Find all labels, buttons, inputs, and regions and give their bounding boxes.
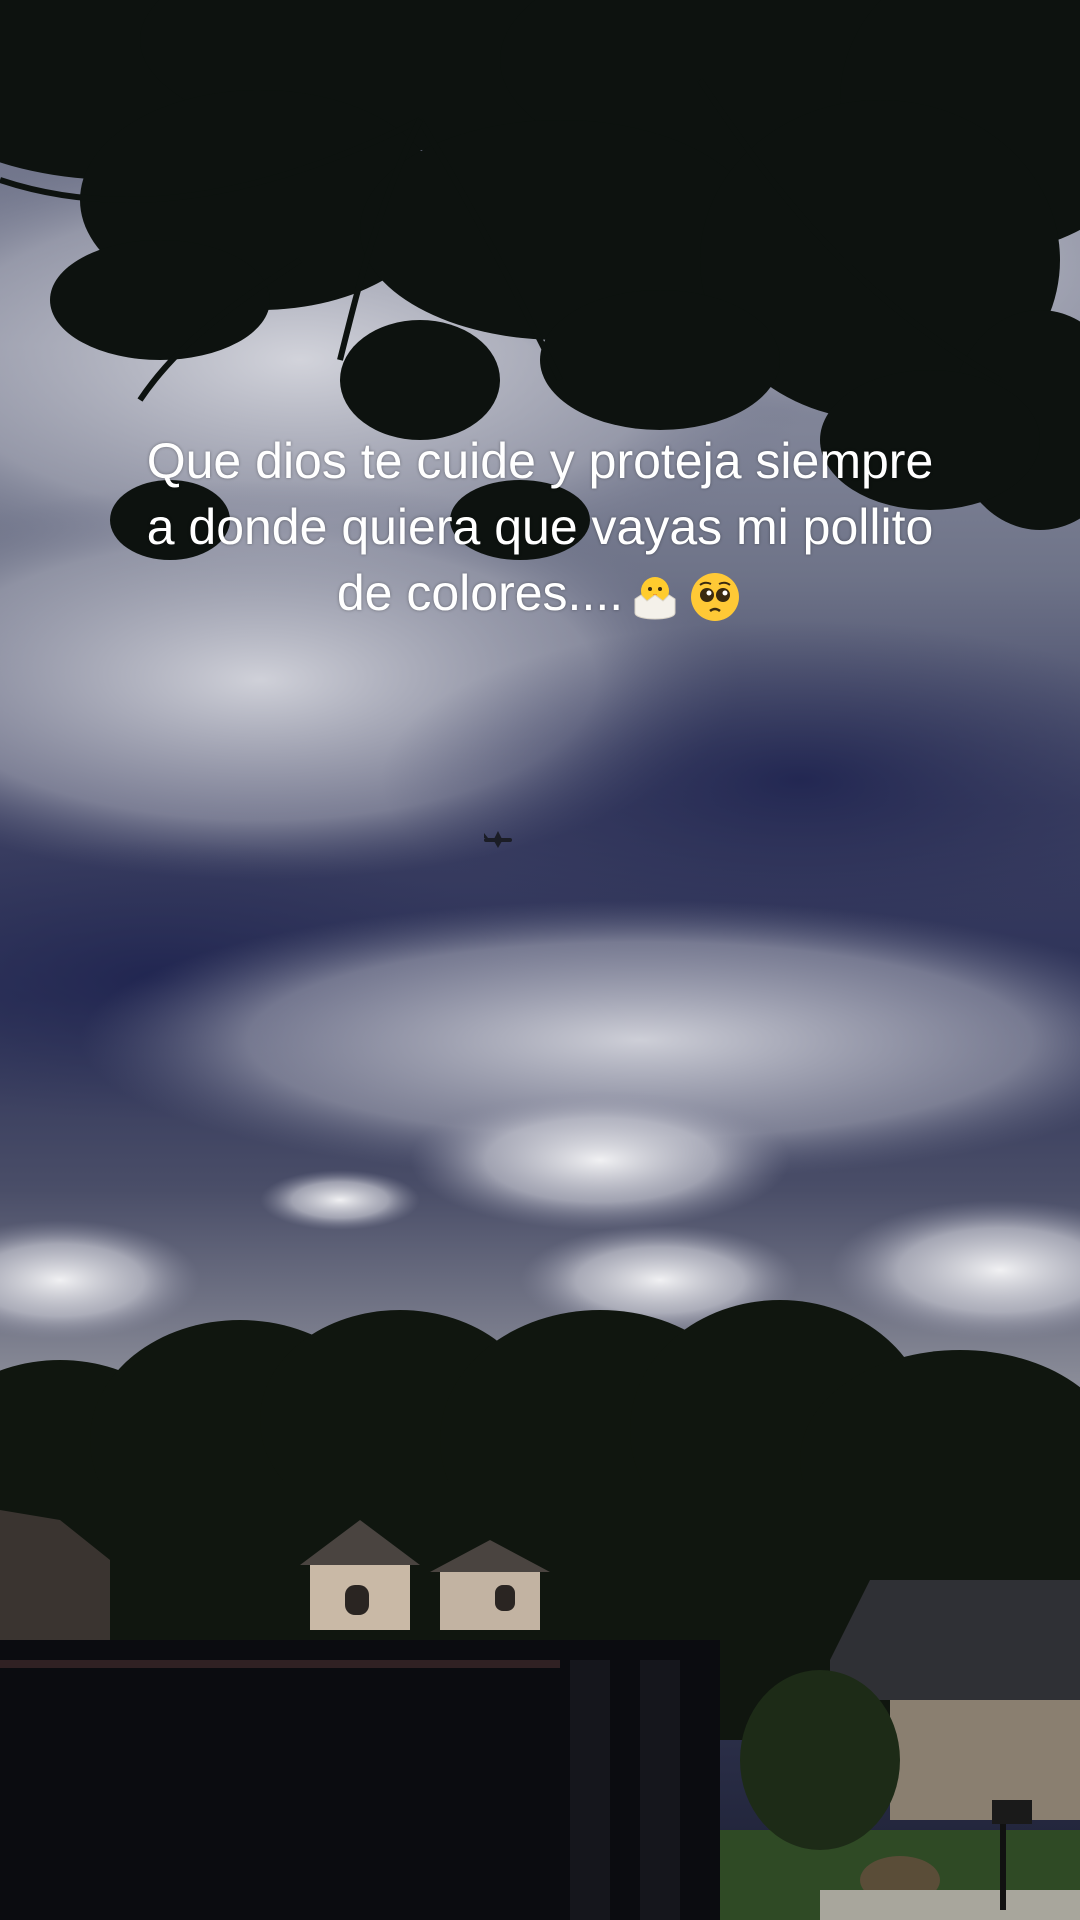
caption-line-3: de colores.... <box>40 560 1040 626</box>
small-cumulus <box>260 1170 420 1230</box>
left-cumulus <box>0 1220 200 1340</box>
bright-cumulus <box>410 1090 790 1230</box>
pleading-face-icon <box>691 572 740 621</box>
right-cumulus <box>830 1200 1080 1340</box>
story-caption: Que dios te cuide y proteja siempre a do… <box>40 428 1040 626</box>
foreground-wall <box>0 1640 720 1920</box>
story-photo: Que dios te cuide y proteja siempre a do… <box>0 0 1080 1920</box>
caption-line-1: Que dios te cuide y proteja siempre <box>146 433 934 489</box>
caption-line-2: a donde quiera que vayas mi pollito <box>146 499 934 555</box>
caption-line-3-text: de colores.... <box>336 565 624 621</box>
sky-landscape-background <box>0 0 1080 1920</box>
hatching-chick-icon <box>634 576 676 620</box>
